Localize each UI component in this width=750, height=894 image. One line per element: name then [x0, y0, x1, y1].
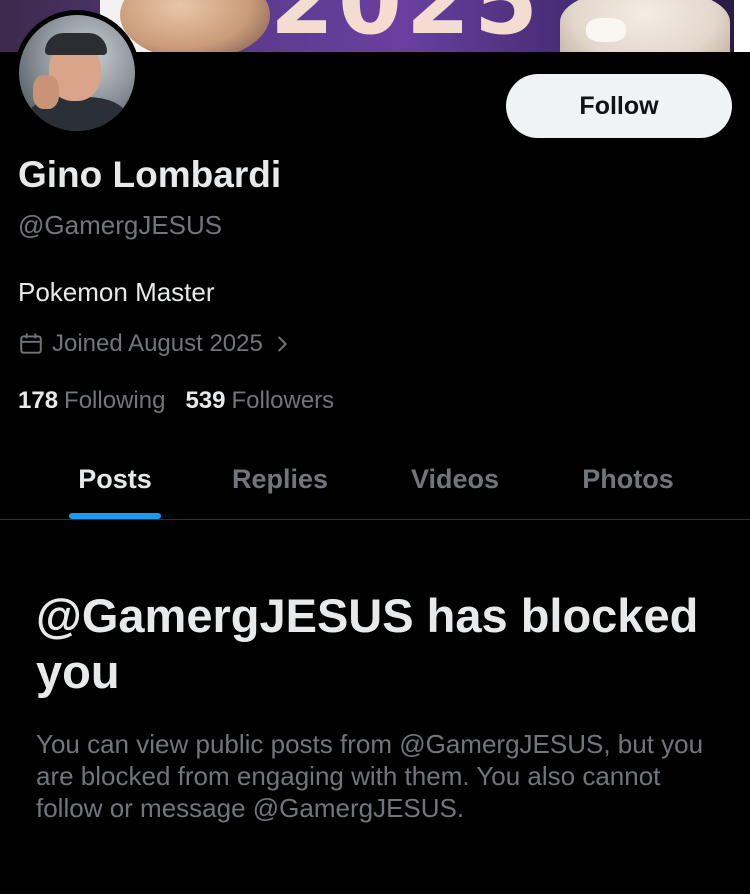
profile-name: Gino Lombardi [18, 154, 282, 195]
tab-videos[interactable]: Videos [380, 440, 530, 519]
calendar-icon [18, 331, 44, 357]
blocked-title: @GamergJESUS has blocked you [36, 589, 699, 698]
profile-handle: @GamergJESUS [18, 210, 223, 240]
profile-page: 2025 Follow Gino Lombardi @GamergJESUS P… [0, 0, 750, 894]
avatar[interactable] [14, 10, 140, 136]
avatar-image [19, 15, 135, 131]
banner-bow-tie [586, 18, 626, 42]
following-count: 178 [18, 387, 59, 414]
profile-tabs: Posts Replies Videos Photos [0, 440, 750, 520]
followers-count: 539 [185, 387, 226, 414]
blocked-message: You can view public posts from @GamergJE… [36, 729, 704, 823]
avatar-hand [33, 75, 59, 109]
following-stat[interactable]: 178 Following [18, 387, 165, 415]
banner-year-text: 2025 [270, 0, 538, 48]
joined-date[interactable]: Joined August 2025 [18, 330, 293, 358]
chevron-right-icon [271, 333, 293, 355]
active-tab-indicator [69, 513, 161, 519]
profile-bio: Pokemon Master [18, 277, 215, 307]
following-label: Following [64, 387, 166, 414]
banner-figure-person [120, 0, 270, 52]
tab-posts[interactable]: Posts [40, 440, 190, 519]
followers-label: Followers [231, 387, 335, 414]
tab-replies[interactable]: Replies [205, 440, 355, 519]
joined-label: Joined August 2025 [52, 330, 263, 357]
follow-stats: 178 Following 539 Followers [18, 387, 334, 415]
followers-stat[interactable]: 539 Followers [185, 387, 334, 415]
follow-button[interactable]: Follow [506, 74, 732, 138]
tab-photos[interactable]: Photos [553, 440, 703, 519]
avatar-cap [45, 33, 107, 55]
